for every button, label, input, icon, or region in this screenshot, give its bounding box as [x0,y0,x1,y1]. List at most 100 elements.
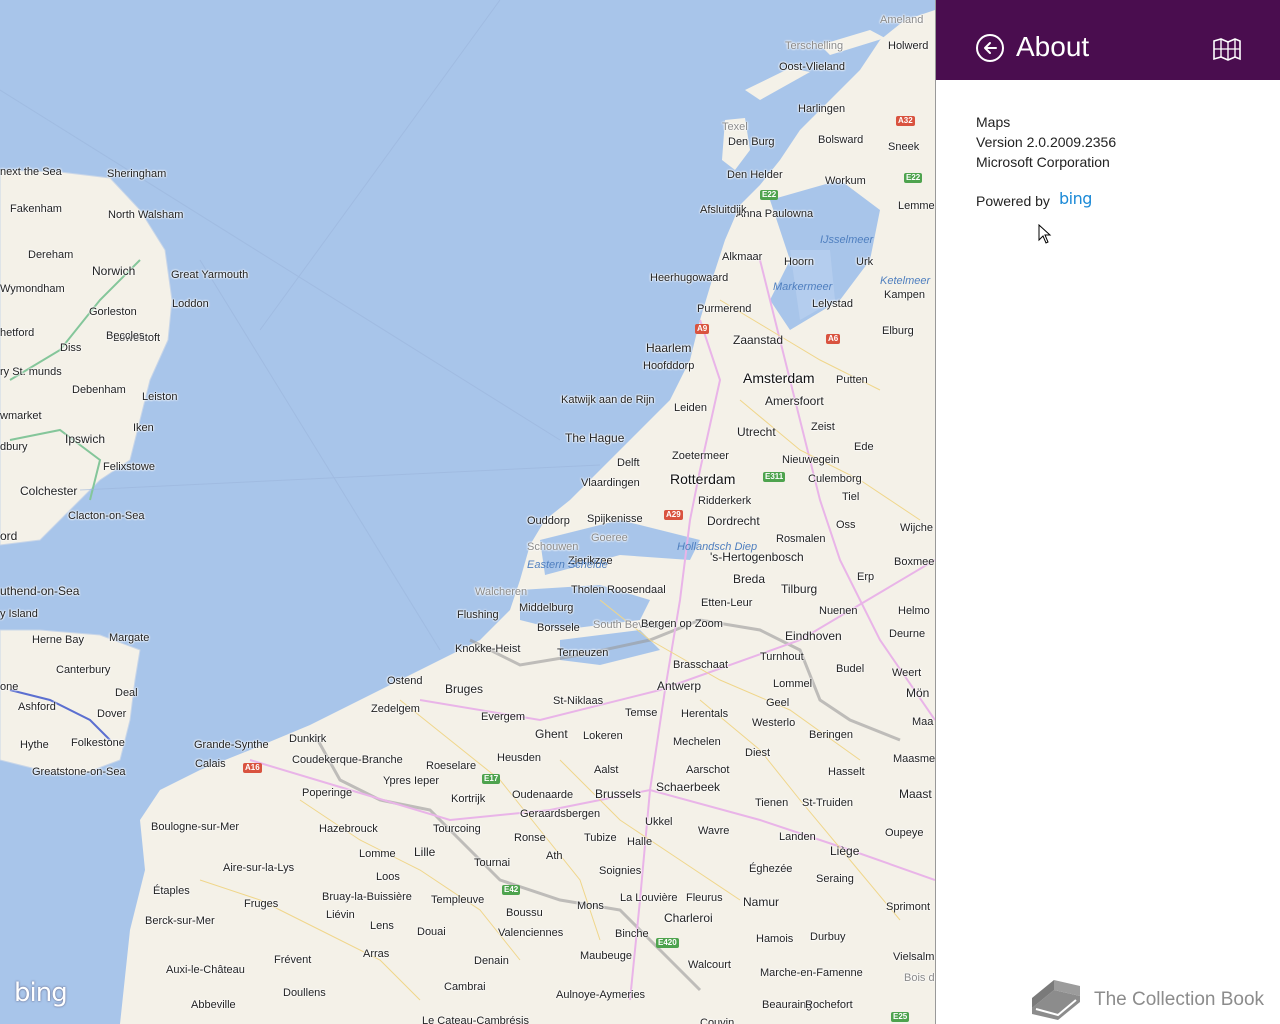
map-place-label: Douai [417,926,446,938]
map-place-label: Leiston [142,391,178,403]
powered-by-label: Powered by [976,193,1050,209]
map-place-label: Hythe [20,739,49,751]
map-place-label: Sneek [888,141,920,153]
maps-tile-icon [1213,38,1241,61]
map-place-label: Fruges [244,898,279,910]
map-place-label: Durbuy [810,931,846,943]
map-place-label: Éghezée [749,863,793,875]
map-place-label: Aire-sur-la-Lys [223,862,295,874]
map-place-label: Ashford [18,701,56,713]
map-place-label: Amsterdam [743,370,815,386]
map-place-label: Hamois [756,933,794,945]
map-place-label: Wavre [698,825,730,837]
map-place-label: St-Truiden [802,797,853,809]
map-place-label: Heerhugowaard [650,272,729,284]
map-place-label: Bruges [445,682,484,696]
map-place-label: Oost-Vlieland [779,61,846,73]
about-pane: About Maps Version 2.0.2009.2356 Microso… [935,0,1280,1024]
map-place-label: Evergem [481,711,526,723]
map-place-label: Mons [577,900,604,912]
map-place-label: Workum [825,175,866,187]
map-place-label: Westerlo [752,717,796,729]
road-shield: E42 [502,885,521,895]
map-place-label: IJsselmeer [820,234,874,246]
map-place-label: Nuenen [819,605,858,617]
map-place-label: Terschelling [785,40,844,52]
map-place-label: dbury [0,441,28,453]
map-place-label: Budel [836,663,865,675]
map-place-label: Bolsward [818,134,864,146]
road-shield: E22 [904,173,923,183]
map-place-label: Greatstone-on-Sea [32,766,126,778]
map-place-label: Mechelen [673,736,721,748]
map-place-label: Terneuzen [557,647,609,659]
map-place-label: Lommel [773,678,813,690]
map-place-label: Aulnoye-Aymeries [556,989,646,1001]
map-place-label: Aalst [594,764,619,776]
map-place-label: Herne Bay [32,634,84,646]
map-place-label: Rotterdam [670,471,736,487]
map-place-label: Spijkenisse [587,513,643,525]
map-place-label: Aarschot [686,764,730,776]
map-place-label: Brussels [595,787,642,801]
map-place-label: Couvin [700,1017,735,1024]
bing-logo[interactable]: bing [1059,189,1092,208]
map-place-label: Dunkirk [289,733,327,745]
road-shield: E22 [760,190,779,200]
map-place-label: Gorleston [89,306,137,318]
road-shield: E25 [891,1012,910,1022]
back-arrow-circle-icon[interactable] [976,34,1004,62]
map-place-label: Geraardsbergen [520,808,601,820]
map-canvas[interactable]: Ameland Terschelling Holwerd Oost-Vlieland H… [0,0,935,1024]
map-place-label: Canterbury [56,664,111,676]
road-shield: E311 [763,472,786,482]
map-place-label: next the Sea [0,166,62,178]
map-place-label: Afsluitdijk [700,204,747,216]
app-version: Version 2.0.2009.2356 [976,134,1117,150]
map-place-label: Purmerend [697,303,752,315]
map-place-label: Etten-Leur [701,597,753,609]
map-place-label: Erp [857,571,875,583]
road-shield: A29 [664,510,683,520]
map-place-label: Beccles [106,330,145,342]
map-place-label: Markermeer [773,281,833,293]
book-icon [1032,980,1080,1020]
map-place-label: Brasschaat [673,659,729,671]
map-place-label: Doullens [283,987,326,999]
map-place-label: Delft [617,457,640,469]
map-place-label: Marche-en-Famenne [760,967,863,979]
map-place-label: Roeselare [426,760,477,772]
map-place-label: hetford [0,327,35,339]
map-place-label: Debenham [72,384,126,396]
road-shield: A16 [243,763,262,773]
map-place-label: Zoetermeer [672,450,729,462]
map-place-label: Ostend [387,675,423,687]
map-place-label: Liège [830,844,860,858]
map-place-label: Maast [899,787,932,801]
map-place-label: Ameland [880,14,924,26]
map-place-label: Flushing [457,609,499,621]
map-place-label: Weert [892,667,922,679]
map-place-label: Felixstowe [103,461,155,473]
map-place-label: Loddon [172,298,209,310]
map-place-label: Harlingen [798,103,846,115]
map-place-label: Ypres Ieper [383,775,440,787]
map-place-label: Berck-sur-Mer [145,915,215,927]
road-shield: A9 [695,324,710,334]
map-place-label: Beringen [809,729,854,741]
map-place-label: Lille [414,845,436,859]
map-place-label: Hasselt [828,766,865,778]
map-place-label: Putten [836,374,868,386]
map-place-label: Urk [856,256,874,268]
map-place-label: Deurne [889,628,926,640]
map-place-label: Hazebrouck [319,823,378,835]
map-place-label: Ipswich [65,432,106,446]
map-place-label: Liévin [326,909,355,921]
map-place-label: Iken [133,422,154,434]
map-place-label: Étaples [153,885,190,897]
map-place-label: Landen [779,831,816,843]
map-place-label: Boulogne-sur-Mer [151,821,240,833]
map-place-label: Coudekerque-Branche [292,754,403,766]
map-place-label: Ketelmeer [880,275,931,287]
map-place-label: Binche [615,928,649,940]
